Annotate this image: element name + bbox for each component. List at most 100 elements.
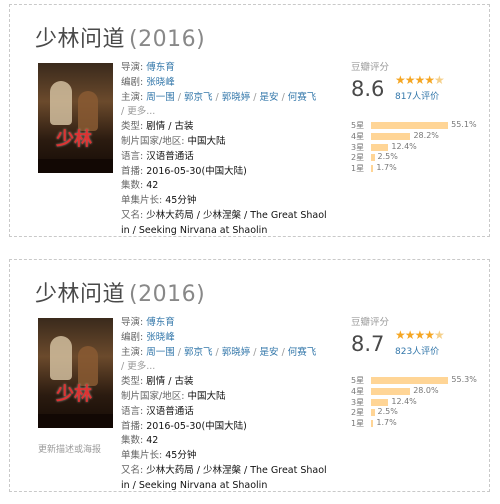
cast-link[interactable]: 何赛飞 [288,347,317,358]
genre-value: 剧情 / 古装 [146,121,194,133]
cast-label: 主演: [121,91,144,103]
cast-row: 主演: 周一围 / 郭京飞 / 郭晓婷 / 是安 / 何赛飞 [121,346,331,361]
genre-value: 剧情 / 古装 [146,376,194,388]
country-row: 制片国家/地区: 中国大陆 [121,135,331,150]
rating-row: 3星 12.4% [351,142,481,153]
country-value: 中国大陆 [187,135,226,147]
cast-row: 主演: 周一围 / 郭京飞 / 郭晓婷 / 是安 / 何赛飞 [121,91,331,106]
rating-row: 2星 2.5% [351,407,481,418]
votes-link[interactable]: 817人评价 [395,89,439,102]
rating-row-label: 4星 [351,386,365,396]
runtime-value: 45分钟 [165,195,197,207]
rating-row-label: 3星 [351,142,365,152]
rating-row-label: 3星 [351,397,365,407]
rating-bar [371,154,375,162]
aka-row: 又名: 少林大药局 / 少林涅槃 / The Great Shaol [121,209,331,224]
poster-logo: 少林 [56,129,92,150]
episodes-value: 42 [146,435,159,447]
rating-percent: 28.2% [413,130,439,140]
cast-link[interactable]: 是安 [260,347,279,358]
country-label: 制片国家/地区: [121,135,185,147]
rating-bar [371,377,449,384]
rating-row-label: 2星 [351,153,365,163]
rating-row: 5星 55.3% [351,375,481,386]
cast-separator: / [174,346,184,358]
cast-separator: / [250,346,260,358]
cast-link[interactable]: 是安 [260,92,279,103]
movie-card: 少林问道 (2016) 少林 导演: 傅东育 编剧: 张晓峰 主演: 周一围 / … [9,259,490,492]
cast-separator: / [278,346,288,358]
rating-percent: 12.4% [391,396,417,406]
premiere-label: 首播: [121,165,144,177]
genre-label: 类型: [121,376,144,388]
rating-heading: 豆瓣评分 [351,317,390,328]
cast-link[interactable]: 郭京飞 [184,347,213,358]
rating-bar [371,387,411,395]
more-link[interactable]: 更多... [127,361,155,372]
rating-bar [371,420,374,428]
episodes-value: 42 [146,180,159,192]
rating-row: 1星 1.7% [351,418,481,429]
rating-score: 8.6 [351,77,385,101]
director-row: 导演: 傅东育 [121,316,331,331]
rating-percent: 12.4% [391,141,417,151]
poster-figure [50,336,72,380]
cast-list: 周一围 / 郭京飞 / 郭晓婷 / 是安 / 何赛飞 [146,347,316,358]
aka-label: 又名: [121,209,144,221]
rating-percent: 55.1% [451,120,477,129]
cast-link[interactable]: 郭晓婷 [222,347,251,358]
movie-card: 少林问道 (2016) 少林 导演: 傅东育 编剧: 张晓峰 主演: 周一围 / … [9,4,490,237]
cast-link[interactable]: 周一围 [146,92,175,103]
country-label: 制片国家/地区: [121,390,185,402]
genre-row: 类型: 剧情 / 古装 [121,375,331,390]
cast-link[interactable]: 周一围 [146,347,175,358]
genre-row: 类型: 剧情 / 古装 [121,120,331,135]
poster-image[interactable]: 少林 [38,318,113,428]
cast-link[interactable]: 郭京飞 [184,92,213,103]
cast-link[interactable]: 郭晓婷 [222,92,251,103]
rating-row: 4星 28.0% [351,386,481,397]
director-label: 导演: [121,62,144,73]
aka-value-cont: in / Seeking Nirvana at Shaolin [121,224,268,236]
director-link[interactable]: 傅东育 [146,62,175,73]
rating-row-label: 1星 [351,164,365,174]
rating-percent: 2.5% [377,407,398,417]
rating-percent: 2.5% [377,152,398,162]
rating-panel: 豆瓣评分 8.7 ★★★★★ 823人评价 5星 55.3% 4星 28.0% 3星 12… [351,314,481,428]
writer-link[interactable]: 张晓峰 [146,332,175,343]
aka-value-cont: in / Seeking Nirvana at Shaolin [121,479,268,491]
poster-image[interactable]: 少林 [38,63,113,173]
cast-separator: / [212,346,222,358]
aka-value: 少林大药局 / 少林涅槃 / The Great Shaol [146,464,327,476]
episodes-row: 集数: 42 [121,179,331,194]
cast-separator: / [174,91,184,103]
rating-row: 4星 28.2% [351,131,481,142]
rating-bar [371,165,374,173]
director-link[interactable]: 傅东育 [146,317,175,328]
writer-row: 编剧: 张晓峰 [121,76,331,91]
rating-percent: 1.7% [376,163,397,173]
premiere-label: 首播: [121,420,144,432]
rating-bar [371,122,449,129]
rating-bar [371,132,411,140]
aka-row-cont: in / Seeking Nirvana at Shaolin [121,224,331,239]
cast-label: 主演: [121,346,144,358]
premiere-row: 首播: 2016-05-30(中国大陆) [121,420,331,435]
premiere-value: 2016-05-30(中国大陆) [146,420,247,432]
title-text: 少林问道 [35,282,126,307]
aka-value: 少林大药局 / 少林涅槃 / The Great Shaol [146,209,327,221]
movie-title: 少林问道 (2016) [35,21,205,53]
cast-link[interactable]: 何赛飞 [288,92,317,103]
language-value: 汉语普通话 [146,150,194,162]
cast-separator: / [212,91,222,103]
more-link[interactable]: 更多... [127,106,155,117]
update-poster-link[interactable]: 更新描述或海报 [38,442,101,455]
director-row: 导演: 傅东育 [121,61,331,76]
poster-figure [50,81,72,125]
star-icon: ★★★★ [395,73,435,87]
votes-link[interactable]: 823人评价 [395,344,439,357]
writer-link[interactable]: 张晓峰 [146,77,175,88]
half-star-icon: ★ [434,328,445,342]
country-row: 制片国家/地区: 中国大陆 [121,390,331,405]
episodes-row: 集数: 42 [121,434,331,449]
